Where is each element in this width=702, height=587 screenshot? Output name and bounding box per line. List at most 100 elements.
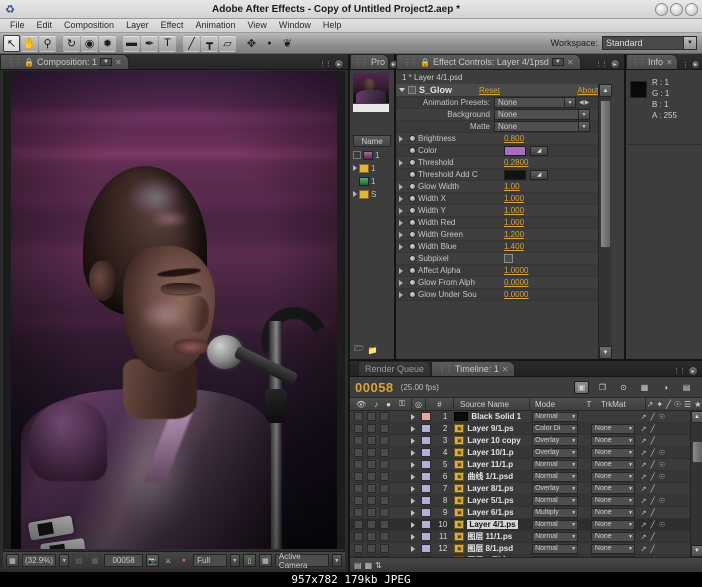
effects-icon[interactable]: ☉ [674, 400, 681, 409]
layer-source[interactable]: Black Solid 1 [451, 411, 532, 423]
audio-icon[interactable]: ♪ [374, 400, 378, 409]
expand-arrow[interactable] [396, 267, 406, 274]
solo-toggle[interactable] [367, 508, 376, 517]
lock-toggle[interactable] [380, 472, 389, 481]
lock-icon[interactable]: ⚿ [399, 399, 405, 409]
shy-icon[interactable]: ↗ [641, 521, 647, 529]
expand-arrow[interactable] [396, 231, 406, 238]
resolution-dropdown-icon[interactable]: ▼ [229, 554, 240, 567]
label-color[interactable] [420, 447, 433, 459]
layer-t-toggle[interactable] [578, 543, 591, 555]
chevron-down-icon[interactable]: ▼ [571, 498, 576, 504]
audio-toggle[interactable] [354, 520, 363, 529]
label-color[interactable] [420, 459, 433, 471]
trkmat-dropdown[interactable]: None ▼ [590, 423, 635, 434]
region-of-interest-icon[interactable]: ▤ [72, 554, 86, 567]
layer-source[interactable]: ▣ Layer 11/1.p [451, 459, 532, 471]
effect-enable-checkbox[interactable] [408, 86, 416, 94]
solo-toggle[interactable] [367, 484, 376, 493]
table-row[interactable]: 6 ▣ 曲线 1/1.psd Normal ▼ None ▼ ↗ ╱ ☉ [350, 471, 690, 483]
shy-icon[interactable]: ↗ [641, 485, 647, 493]
layer-t-toggle[interactable] [578, 519, 591, 531]
property-width-x[interactable]: Width X 1.000 [396, 193, 611, 205]
layer-source[interactable]: ▣ Layer 5/1.ps [451, 495, 532, 507]
layer-t-toggle[interactable] [578, 411, 591, 423]
layer-mode[interactable]: Multiply ▼ [532, 507, 579, 519]
eraser-tool[interactable]: ▱ [219, 34, 236, 52]
text-tool[interactable]: T [159, 34, 176, 52]
layer-t-toggle[interactable] [578, 495, 591, 507]
stopwatch-icon[interactable] [406, 195, 418, 202]
chevron-down-icon[interactable]: ▼ [571, 426, 576, 432]
grip-icon[interactable]: ⋮⋮ [631, 58, 646, 67]
chevron-down-icon[interactable]: ▼ [628, 438, 633, 444]
table-row[interactable]: 4 ▣ Layer 10/1.p Overlay ▼ None ▼ ↗ ╱ ☉ [350, 447, 690, 459]
mode-dropdown[interactable]: Overlay ▼ [532, 483, 579, 494]
lock-toggle[interactable] [380, 460, 389, 469]
tab-timeline-1[interactable]: ⋮⋮ Timeline: 1 ✕ [431, 361, 516, 376]
expand-toggle[interactable] [407, 543, 420, 555]
layer-t-toggle[interactable] [578, 507, 591, 519]
lock-toggle[interactable] [380, 484, 389, 493]
layer-trkmat[interactable]: None ▼ [590, 435, 637, 447]
solo-toggle[interactable] [367, 412, 376, 421]
column-trkmat[interactable]: TrkMat [598, 397, 646, 411]
stopwatch-icon[interactable] [406, 243, 418, 250]
graph-editor-icon[interactable]: ▤ [679, 381, 694, 394]
glow-under-source-value[interactable]: 0.0000 [504, 290, 528, 299]
lock-toggle[interactable] [380, 508, 389, 517]
layer-t-toggle[interactable] [578, 423, 591, 435]
layer-av-toggles[interactable] [350, 531, 407, 543]
layer-trkmat[interactable]: None ▼ [590, 507, 637, 519]
menu-view[interactable]: View [241, 19, 272, 32]
layer-av-toggles[interactable] [350, 459, 407, 471]
lock-toggle[interactable] [380, 436, 389, 445]
layer-switches[interactable]: ↗ ╱ [637, 483, 690, 495]
menu-layer[interactable]: Layer [120, 19, 155, 32]
tab-info[interactable]: ⋮⋮ Info ✕ [626, 54, 678, 69]
layer-mode[interactable]: Normal ▼ [532, 531, 579, 543]
scroll-up-icon[interactable]: ▲ [599, 84, 612, 97]
threshold-value[interactable]: 0.2800 [504, 158, 528, 167]
property-width-green[interactable]: Width Green 1.200 [396, 229, 611, 241]
layer-source[interactable]: ▣ Layer 10/1.p [451, 447, 532, 459]
layer-av-toggles[interactable] [350, 507, 407, 519]
audio-toggle[interactable] [354, 544, 363, 553]
selection-tool[interactable]: ↖ [3, 34, 20, 52]
stopwatch-icon[interactable] [406, 183, 418, 190]
width-x-value[interactable]: 1.000 [504, 194, 524, 203]
mode-dropdown[interactable]: Normal ▼ [532, 411, 579, 422]
scrollbar-thumb[interactable] [600, 100, 611, 248]
layer-t-toggle[interactable] [578, 447, 591, 459]
resolution-field[interactable]: Full [193, 554, 227, 567]
expand-toggle[interactable] [407, 447, 420, 459]
chevron-down-icon[interactable]: ▼ [683, 37, 696, 49]
layer-t-toggle[interactable] [578, 435, 591, 447]
stopwatch-icon[interactable] [406, 231, 418, 238]
grid-icon[interactable]: ▦ [88, 554, 102, 567]
expand-toggle[interactable] [407, 483, 420, 495]
layer-mode[interactable]: Normal ▼ [532, 495, 579, 507]
dot-icon[interactable]: ● [261, 35, 278, 52]
trkmat-dropdown[interactable]: None ▼ [590, 447, 635, 458]
tab-composition-1[interactable]: ⋮⋮ 🔒 Composition: 1 ▼ ✕ [0, 54, 129, 69]
tab-project[interactable]: ⋮⋮ Pro [350, 54, 390, 69]
color-swatch[interactable] [504, 145, 526, 156]
stopwatch-icon[interactable] [406, 291, 418, 298]
next-keyframe-icon[interactable]: ▶ [585, 99, 590, 106]
brush-tool[interactable]: ╱ [183, 34, 200, 52]
property-glow-width[interactable]: Glow Width 1.00 [396, 181, 611, 193]
chevron-down-icon[interactable]: ▼ [571, 438, 576, 444]
eyedropper-icon[interactable]: ◢ [530, 145, 548, 156]
layer-trkmat[interactable]: None ▼ [590, 471, 637, 483]
layer-source[interactable]: ▣ 图层 11/1.ps [451, 531, 532, 543]
width-green-value[interactable]: 1.200 [504, 230, 524, 239]
chevron-down-icon[interactable]: ▼ [628, 462, 633, 468]
shy-icon[interactable]: ↗ [641, 545, 647, 553]
expand-arrow[interactable] [396, 219, 406, 226]
audio-toggle[interactable] [354, 424, 363, 433]
tab-effect-controls[interactable]: ⋮⋮ 🔒 Effect Controls: Layer 4/1psd ▼ ✕ [396, 54, 581, 69]
audio-toggle[interactable] [354, 484, 363, 493]
effects-icon[interactable]: ☉ [659, 497, 665, 505]
threshold-add-color-swatch[interactable] [504, 169, 526, 180]
